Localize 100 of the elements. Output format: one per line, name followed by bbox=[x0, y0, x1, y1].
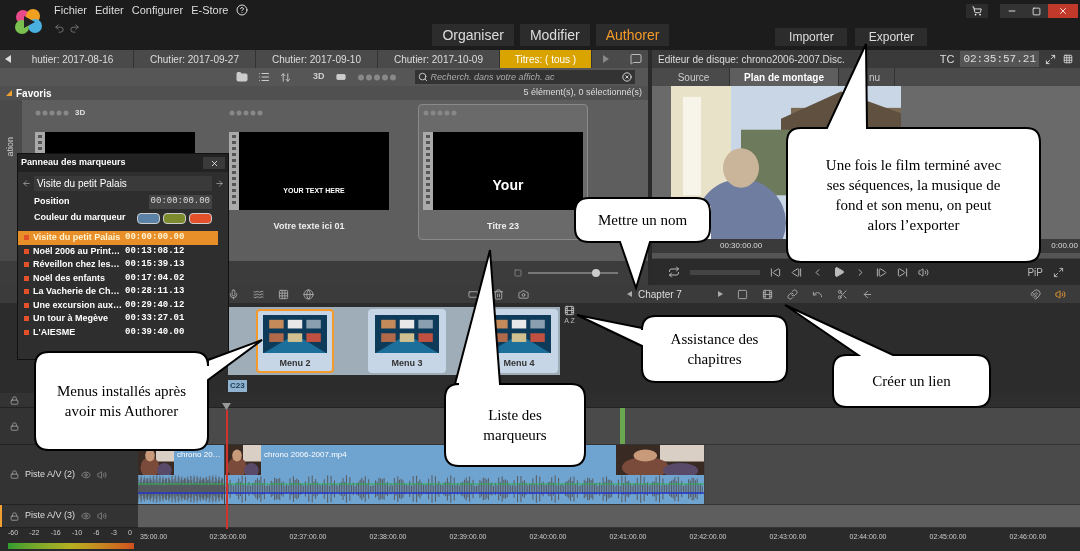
marker-icon bbox=[24, 275, 29, 281]
caption-icon[interactable] bbox=[468, 288, 479, 300]
camera-icon[interactable] bbox=[518, 288, 529, 300]
microphone-icon[interactable] bbox=[228, 288, 239, 300]
layout-icon[interactable] bbox=[1062, 54, 1074, 64]
menu-label: Menu 2 bbox=[279, 357, 311, 370]
position-field[interactable]: 00:00:00.00 bbox=[148, 195, 212, 209]
play-icon[interactable] bbox=[833, 266, 845, 278]
close-button[interactable] bbox=[1048, 4, 1078, 18]
marker-row[interactable]: Un tour à Megève 00:33:27.01 bbox=[18, 312, 218, 326]
side-tab[interactable]: ation bbox=[4, 137, 18, 157]
title-card[interactable]: Your Titre 23 bbox=[418, 104, 588, 240]
marker-row[interactable]: L'AIESME 00:39:40.00 bbox=[18, 325, 218, 339]
previous-icon[interactable] bbox=[22, 178, 31, 188]
collapse-icon[interactable] bbox=[6, 90, 12, 96]
help-icon[interactable] bbox=[236, 4, 249, 17]
skip-back-icon[interactable] bbox=[770, 266, 781, 278]
marker-name: Noël des enfants bbox=[33, 271, 107, 285]
marker-name-field[interactable]: Visite du petit Palais bbox=[34, 175, 212, 191]
menu-item[interactable]: Fichier bbox=[54, 2, 87, 19]
chapter-icon[interactable] bbox=[761, 288, 773, 300]
undo-icon[interactable] bbox=[54, 22, 65, 34]
mode-tab[interactable]: Authorer bbox=[595, 24, 670, 46]
marker-row[interactable]: La Vacherie de Ch… 00:28:11.13 bbox=[18, 285, 218, 299]
folder-icon[interactable] bbox=[236, 71, 248, 83]
toolbar-button[interactable]: Importer bbox=[775, 28, 848, 46]
close-button[interactable] bbox=[203, 157, 225, 169]
search-icon bbox=[417, 72, 428, 82]
right-arrow-icon[interactable] bbox=[602, 55, 610, 63]
toolbar-button[interactable]: Exporter bbox=[855, 28, 928, 46]
next-icon[interactable] bbox=[215, 178, 224, 188]
fullscreen-icon[interactable] bbox=[1053, 266, 1064, 278]
popout-icon[interactable] bbox=[1045, 53, 1056, 65]
trash-icon[interactable] bbox=[493, 288, 504, 300]
speaker-icon[interactable] bbox=[97, 469, 108, 480]
redo-icon[interactable] bbox=[69, 22, 80, 34]
minimize-button[interactable] bbox=[1000, 4, 1024, 18]
sort-icon[interactable] bbox=[280, 71, 291, 83]
rating-icon bbox=[229, 110, 265, 116]
eye-icon[interactable] bbox=[81, 469, 92, 480]
menu-card[interactable]: Menu 2 bbox=[256, 308, 334, 373]
marker-row[interactable]: Une excursion aux… 00:29:40.12 bbox=[18, 298, 218, 312]
panel-title: Editeur de disque: chrono2006-2007.Disc. bbox=[658, 52, 845, 67]
grid-icon[interactable] bbox=[278, 288, 289, 300]
marker-row[interactable]: Noël des enfants 00:17:04.02 bbox=[18, 271, 218, 285]
skip-forward-icon[interactable] bbox=[897, 266, 908, 278]
lock-icon[interactable] bbox=[10, 470, 19, 479]
loop-icon[interactable] bbox=[668, 266, 680, 278]
filter-3d[interactable]: 3D bbox=[313, 70, 325, 84]
ruler-label: 00:30:00.00 bbox=[720, 240, 763, 252]
lock-icon[interactable] bbox=[10, 511, 19, 521]
globe-icon[interactable] bbox=[303, 288, 314, 300]
chapter-tag[interactable]: C23 bbox=[228, 379, 247, 392]
audio-icon[interactable] bbox=[253, 288, 264, 300]
marker-row[interactable]: Réveillon chez les… 00:15:39.13 bbox=[18, 258, 218, 272]
section-title: Favoris bbox=[16, 86, 52, 101]
mode-tab[interactable]: Modifier bbox=[519, 24, 590, 46]
menu-item[interactable]: Configurer bbox=[131, 2, 184, 19]
lock-icon[interactable] bbox=[10, 421, 19, 431]
maximize-button[interactable] bbox=[1024, 4, 1048, 18]
clear-icon[interactable] bbox=[621, 72, 632, 82]
tag-label: 3D bbox=[75, 107, 86, 119]
cart-button[interactable] bbox=[966, 4, 988, 18]
back-icon[interactable] bbox=[861, 288, 873, 300]
comment-icon[interactable] bbox=[630, 53, 642, 65]
mode-tab[interactable]: Organiser bbox=[432, 24, 514, 46]
step-forward-icon[interactable] bbox=[876, 266, 887, 278]
volume-icon[interactable] bbox=[918, 266, 929, 278]
film-strip-icon bbox=[423, 132, 433, 210]
marker-row[interactable]: Noël 2006 au Print… 00:13:08.12 bbox=[18, 244, 218, 258]
lock-icon[interactable] bbox=[10, 395, 19, 405]
caption-icon[interactable] bbox=[334, 72, 347, 82]
cart-icon bbox=[972, 6, 982, 16]
color-swatch[interactable] bbox=[189, 212, 212, 224]
step-back-icon[interactable] bbox=[791, 266, 802, 278]
color-swatch[interactable] bbox=[137, 212, 160, 224]
eye-icon[interactable] bbox=[81, 511, 92, 521]
right-arrow-icon[interactable] bbox=[717, 291, 723, 297]
marker-bar[interactable] bbox=[620, 408, 625, 444]
preview-tab[interactable]: Plan de montage bbox=[730, 68, 839, 86]
list-icon[interactable] bbox=[258, 71, 270, 83]
magnet-icon[interactable] bbox=[1030, 288, 1041, 300]
marker-name: L'AIESME bbox=[33, 325, 77, 339]
menu-item[interactable]: E-Store bbox=[191, 2, 229, 19]
split-icon[interactable] bbox=[836, 288, 848, 300]
menu-card[interactable]: Menu 3 bbox=[368, 308, 446, 373]
chapter-wizard-icon[interactable] bbox=[564, 305, 575, 316]
playhead-handle-icon[interactable] bbox=[222, 403, 231, 410]
link-icon[interactable] bbox=[786, 288, 798, 300]
search-field[interactable]: Recherch. dans votre affich. ac bbox=[414, 70, 635, 84]
frame-icon[interactable] bbox=[736, 288, 748, 300]
clip-name: chrono 20… bbox=[177, 449, 221, 461]
menu-item[interactable]: Editer bbox=[95, 2, 124, 19]
volume-icon[interactable] bbox=[1055, 288, 1066, 300]
left-arrow-icon[interactable] bbox=[4, 55, 12, 63]
color-swatch[interactable] bbox=[163, 212, 186, 224]
pip-toggle[interactable]: PiP bbox=[1027, 264, 1043, 280]
chapter-name[interactable]: Chapter 7 bbox=[638, 286, 682, 302]
left-arrow-icon[interactable] bbox=[627, 291, 632, 297]
speaker-icon[interactable] bbox=[97, 511, 108, 521]
